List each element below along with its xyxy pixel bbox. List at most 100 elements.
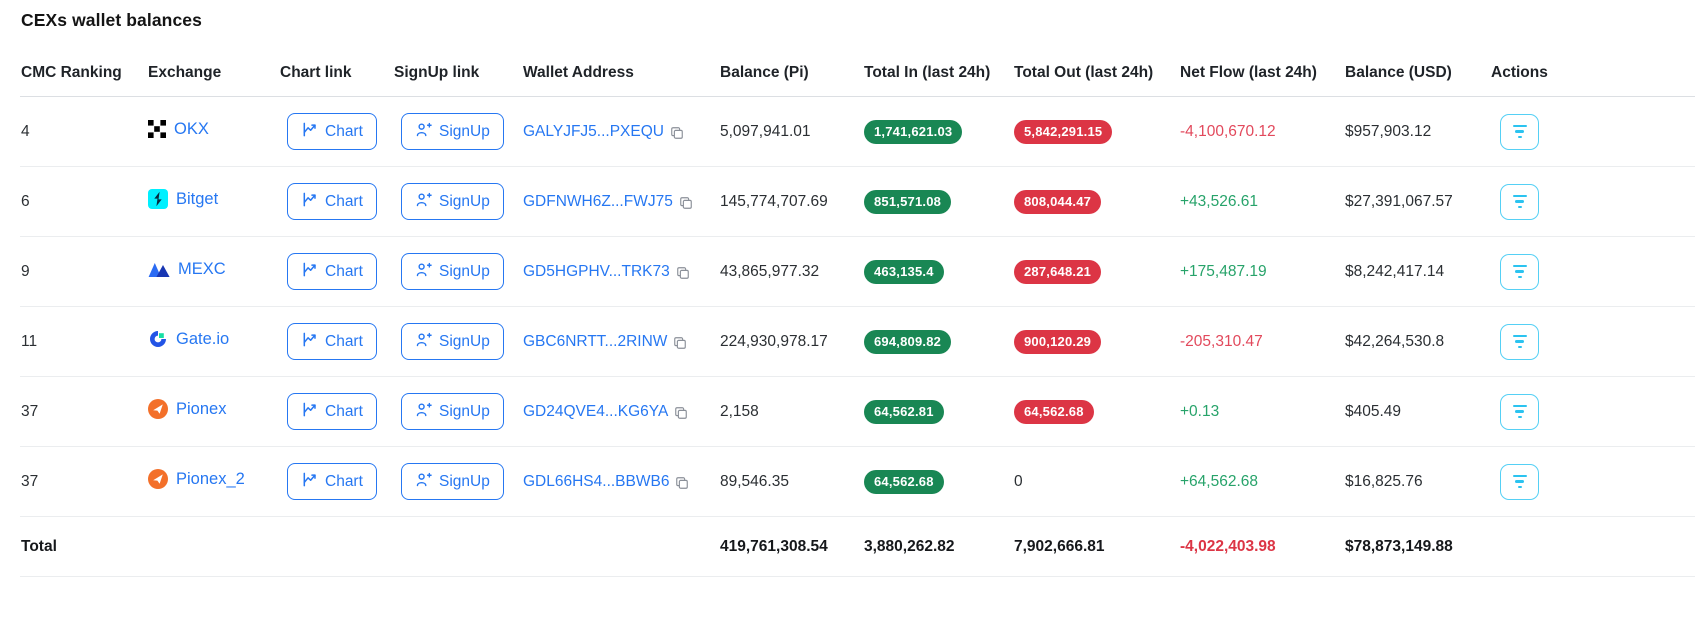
balance-usd-value: $27,391,067.57 [1344,166,1490,237]
table-row: 37 Pionex_2 Chart SignUp GDL66HS4...BBWB… [20,446,1695,517]
filter-icon [1512,474,1527,489]
balance-pi-value: 43,865,977.32 [719,236,863,307]
signup-button[interactable]: SignUp [401,113,504,150]
exchange-link[interactable]: Bitget [176,190,218,209]
actions-filter-button[interactable] [1500,393,1539,430]
page-container: CEXs wallet balances CMC Ranking Exchang… [0,0,1707,577]
chart-button[interactable]: Chart [287,323,377,360]
actions-filter-button[interactable] [1500,463,1539,500]
table-row: 6 Bitget Chart SignUp GDFNWH6Z...FWJ75 1… [20,166,1695,237]
total-in-badge: 1,741,621.03 [864,119,963,144]
copy-icon[interactable] [676,266,690,280]
cmc-ranking-value: 6 [20,166,147,237]
person-plus-icon [415,401,432,423]
balance-usd-value: $8,242,417.14 [1344,236,1490,307]
person-plus-icon [415,471,432,493]
col-header-total-out: Total Out (last 24h) [1013,52,1179,97]
balance-pi-value: 145,774,707.69 [719,166,863,237]
okx-logo-icon [148,120,166,139]
line-chart-icon [301,401,318,423]
exchange-link[interactable]: Pionex_2 [176,470,245,489]
filter-icon [1512,404,1527,419]
balance-usd-value: $405.49 [1344,376,1490,447]
total-row: Total 419,761,308.54 3,880,262.82 7,902,… [20,516,1695,577]
chart-button[interactable]: Chart [287,253,377,290]
net-flow-value: +64,562.68 [1179,446,1344,517]
line-chart-icon [301,471,318,493]
cmc-ranking-value: 37 [20,446,147,517]
total-balance-usd: $78,873,149.88 [1344,516,1490,577]
actions-filter-button[interactable] [1500,323,1539,360]
copy-icon[interactable] [675,476,689,490]
filter-icon [1512,124,1527,139]
cex-balances-table: CMC Ranking Exchange Chart link SignUp l… [20,52,1695,577]
table-row: 11 Gate.io Chart SignUp GBC6NRTT...2RINW… [20,306,1695,377]
net-flow-value: +0.13 [1179,376,1344,447]
line-chart-icon [301,191,318,213]
balance-pi-value: 224,930,978.17 [719,306,863,377]
net-flow-value: -205,310.47 [1179,306,1344,377]
total-balance-pi: 419,761,308.54 [719,516,863,577]
exchange-link[interactable]: Gate.io [176,330,229,349]
copy-icon[interactable] [674,406,688,420]
net-flow-value: +43,526.61 [1179,166,1344,237]
exchange-link[interactable]: Pionex [176,400,226,419]
chart-button[interactable]: Chart [287,183,377,220]
chart-button[interactable]: Chart [287,393,377,430]
wallet-address-link[interactable]: GBC6NRTT...2RINW [523,333,667,351]
table-row: 4 OKX Chart SignUp GALYJFJ5...PXEQU 5,09… [20,96,1695,167]
table-row: 37 Pionex Chart SignUp GD24QVE4...KG6YA … [20,376,1695,447]
total-in-badge: 463,135.4 [864,259,944,284]
balance-usd-value: $42,264,530.8 [1344,306,1490,377]
total-in-badge: 64,562.68 [864,469,944,494]
cmc-ranking-value: 4 [20,96,147,167]
gateio-logo-icon [148,329,168,349]
wallet-address-link[interactable]: GALYJFJ5...PXEQU [523,123,664,141]
wallet-address-link[interactable]: GD24QVE4...KG6YA [523,403,668,421]
signup-button[interactable]: SignUp [401,183,504,220]
balance-pi-value: 89,546.35 [719,446,863,517]
signup-button[interactable]: SignUp [401,463,504,500]
chart-button[interactable]: Chart [287,463,377,500]
cmc-ranking-value: 9 [20,236,147,307]
total-in-badge: 64,562.81 [864,399,944,424]
total-out-badge: 64,562.68 [1014,399,1094,424]
wallet-address-link[interactable]: GDL66HS4...BBWB6 [523,473,669,491]
actions-filter-button[interactable] [1500,113,1539,150]
balance-usd-value: $16,825.76 [1344,446,1490,517]
total-out-badge: 900,120.29 [1014,329,1102,354]
col-header-net-flow: Net Flow (last 24h) [1179,52,1344,97]
col-header-chart-link: Chart link [279,52,393,97]
actions-filter-button[interactable] [1500,253,1539,290]
signup-button[interactable]: SignUp [401,393,504,430]
copy-icon[interactable] [673,336,687,350]
wallet-address-link[interactable]: GDFNWH6Z...FWJ75 [523,193,673,211]
col-header-signup-link: SignUp link [393,52,522,97]
total-in-badge: 851,571.08 [864,189,952,214]
exchange-link[interactable]: OKX [174,120,209,139]
exchange-link[interactable]: MEXC [178,260,226,279]
signup-button[interactable]: SignUp [401,323,504,360]
person-plus-icon [415,191,432,213]
net-flow-value: +175,487.19 [1179,236,1344,307]
filter-icon [1512,264,1527,279]
copy-icon[interactable] [679,196,693,210]
signup-button[interactable]: SignUp [401,253,504,290]
col-header-total-in: Total In (last 24h) [863,52,1013,97]
net-flow-value: -4,100,670.12 [1179,96,1344,167]
cmc-ranking-value: 37 [20,376,147,447]
total-in-sum: 3,880,262.82 [863,516,1013,577]
chart-button[interactable]: Chart [287,113,377,150]
cmc-ranking-value: 11 [20,306,147,377]
balance-usd-value: $957,903.12 [1344,96,1490,167]
person-plus-icon [415,121,432,143]
line-chart-icon [301,121,318,143]
total-label: Total [20,516,147,577]
col-header-wallet-address: Wallet Address [522,52,719,97]
total-net-flow: -4,022,403.98 [1179,516,1344,577]
copy-icon[interactable] [670,126,684,140]
wallet-address-link[interactable]: GD5HGPHV...TRK73 [523,263,670,281]
line-chart-icon [301,331,318,353]
person-plus-icon [415,331,432,353]
actions-filter-button[interactable] [1500,183,1539,220]
